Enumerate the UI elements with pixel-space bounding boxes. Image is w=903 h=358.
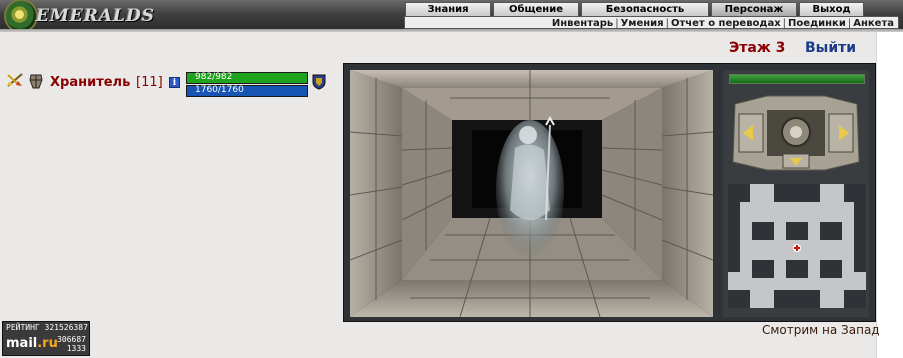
player-info-icon[interactable]: i xyxy=(169,77,180,88)
hp-bar: 982/982 xyxy=(186,72,308,84)
sub-menu-duels[interactable]: Поединки xyxy=(788,18,846,29)
mailru-rating-counter[interactable]: РЕЙТИНГ 321526387 mail.ru 306687 1333 xyxy=(2,321,90,356)
counter-hosts: 1333 xyxy=(66,344,86,353)
counter-label: РЕЙТИНГ 321526387 xyxy=(6,323,88,332)
player-marker-icon xyxy=(793,244,801,252)
counter-visits: 306687 xyxy=(57,335,86,344)
dungeon-frame xyxy=(343,63,876,322)
counter-brand-mail: mail xyxy=(6,336,38,351)
menu-tab-communication[interactable]: Общение xyxy=(493,2,579,17)
mana-text: 1760/1760 xyxy=(195,85,244,95)
sub-menu-transfer-report[interactable]: Отчет о переводах xyxy=(671,18,781,29)
energy-bar-fill xyxy=(730,75,864,83)
top-bar: EMERALDS Знания Общение Безопасность Пер… xyxy=(0,0,903,32)
control-panel xyxy=(723,70,869,317)
main-menu: Знания Общение Безопасность Персонаж Вых… xyxy=(405,2,866,17)
turn-left-icon[interactable] xyxy=(738,113,764,153)
emerald-emblem-icon xyxy=(6,1,36,31)
hp-text: 982/982 xyxy=(195,72,233,82)
page-right-margin xyxy=(876,32,903,358)
move-back-icon[interactable] xyxy=(782,153,810,169)
movement-pad xyxy=(727,92,865,174)
floor-label: Этаж 3 xyxy=(729,40,786,56)
sub-menu: Инвентарь | Умения | Отчет о переводах | Поеди… xyxy=(404,16,899,29)
menu-tab-exit[interactable]: Выход xyxy=(799,2,864,17)
counter-brand-ru: .ru xyxy=(37,336,58,351)
facing-direction: Смотрим на Запад xyxy=(762,323,880,337)
menu-tab-security[interactable]: Безопасность xyxy=(581,2,709,17)
menu-tab-character[interactable]: Персонаж xyxy=(711,2,797,17)
vitals-bars: 982/982 1760/1760 xyxy=(186,72,308,98)
player-level: [11] xyxy=(136,75,163,90)
exit-dungeon-link[interactable]: Выйти xyxy=(805,40,856,56)
dungeon-view[interactable] xyxy=(350,70,713,317)
menu-tab-knowledge[interactable]: Знания xyxy=(405,2,491,17)
energy-bar xyxy=(729,74,865,84)
dungeon-minimap[interactable] xyxy=(728,184,866,308)
player-name[interactable]: Хранитель xyxy=(50,75,130,90)
counter-brand: mail.ru xyxy=(6,336,58,351)
sub-menu-skills[interactable]: Умения xyxy=(621,18,664,29)
armor-icon[interactable] xyxy=(28,73,44,89)
shield-badge-icon[interactable] xyxy=(312,74,326,90)
crossed-swords-icon[interactable] xyxy=(6,72,24,88)
turn-right-icon[interactable] xyxy=(828,113,854,153)
sub-menu-profile[interactable]: Анкета xyxy=(853,18,894,29)
mana-bar: 1760/1760 xyxy=(186,85,308,97)
game-logo: EMERALDS xyxy=(36,6,156,26)
sub-menu-inventory[interactable]: Инвентарь xyxy=(552,18,613,29)
center-action-icon[interactable] xyxy=(781,117,811,147)
